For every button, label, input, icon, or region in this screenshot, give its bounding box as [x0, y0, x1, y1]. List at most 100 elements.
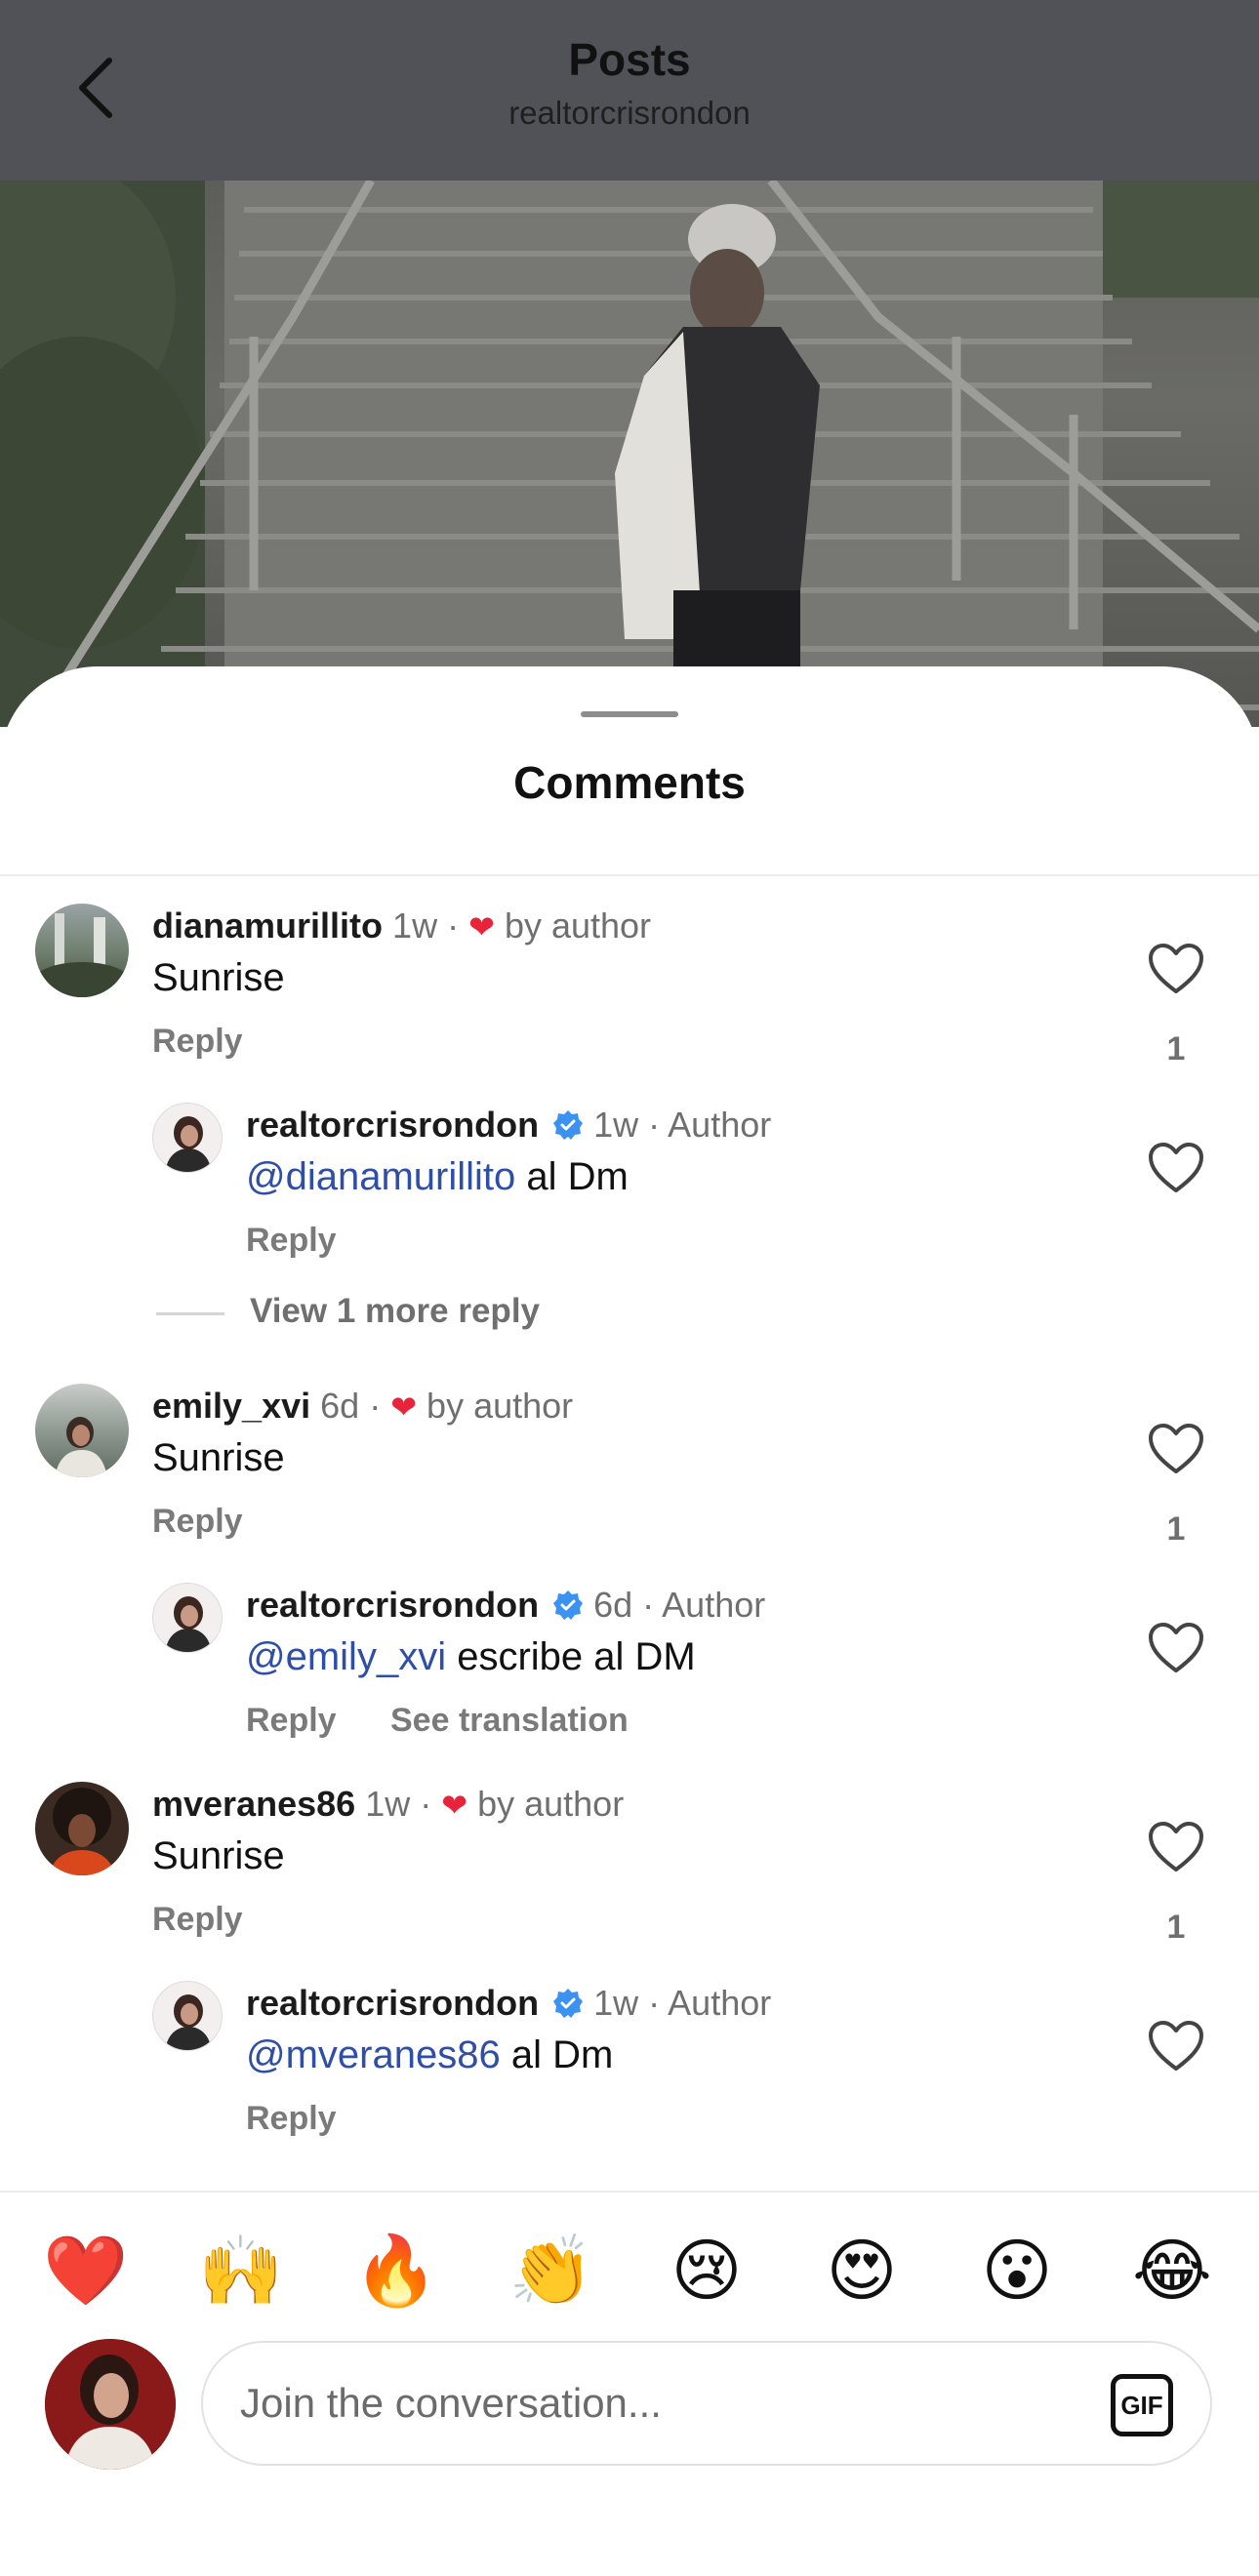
like-button[interactable]: [1148, 1423, 1204, 1475]
verified-badge-icon: [553, 1590, 584, 1620]
reply-body: escribe al DM: [446, 1635, 696, 1678]
avatar[interactable]: [35, 904, 129, 997]
reply-time: 1w: [593, 1105, 639, 1145]
comment-time: 6d: [320, 1386, 360, 1426]
reply-meta: realtorcrisrondon 1w · Author: [246, 1105, 771, 1146]
reply-text: @emily_xvi escribe al DM: [246, 1635, 696, 1679]
verified-badge-icon: [553, 1110, 584, 1140]
reply-button[interactable]: Reply: [152, 1503, 243, 1541]
like-button[interactable]: [1148, 1142, 1204, 1194]
emoji-laughing-button[interactable]: 😂: [1123, 2222, 1221, 2319]
reply-button[interactable]: Reply: [152, 1023, 243, 1061]
separator-dot: ·: [642, 1585, 655, 1625]
avatar-image: [165, 1596, 212, 1652]
liked-by-author-label: by author: [477, 1784, 625, 1824]
author-badge: Author: [662, 1585, 766, 1625]
heart-outline-icon: [1149, 1623, 1203, 1672]
author-badge: Author: [668, 1105, 772, 1145]
heart-outline-icon: [1149, 2021, 1203, 2071]
comments-list[interactable]: dianamurillito 1w · ❤ by author Sunrise …: [0, 876, 1259, 2189]
avatar[interactable]: [35, 1384, 129, 1477]
like-count: 1: [1166, 1030, 1186, 1067]
reply-username[interactable]: realtorcrisrondon: [246, 1585, 539, 1625]
page-subtitle: realtorcrisrondon: [508, 95, 751, 131]
mention-link[interactable]: @emily_xvi: [246, 1635, 446, 1678]
mention-link[interactable]: @mveranes86: [246, 2033, 501, 2076]
heart-outline-icon: [1149, 1143, 1203, 1192]
heart-outline-icon: [1149, 1822, 1203, 1872]
heart-outline-icon: [1149, 944, 1203, 993]
avatar[interactable]: [152, 1981, 223, 2051]
comment-username[interactable]: emily_xvi: [152, 1386, 310, 1426]
comment-text: Sunrise: [152, 1834, 285, 1877]
heart-outline-icon: [1149, 1424, 1203, 1473]
separator-dot: ·: [447, 906, 460, 946]
comment-time: 1w: [392, 906, 438, 946]
author-heart-icon: ❤: [441, 1788, 468, 1823]
see-translation-button[interactable]: See translation: [390, 1702, 629, 1740]
comment-input-placeholder: Join the conversation...: [240, 2380, 662, 2426]
comment-time: 1w: [365, 1784, 411, 1824]
emoji-surprised-button[interactable]: 😮: [968, 2222, 1066, 2319]
top-bar: Posts realtorcrisrondon: [0, 0, 1259, 181]
emoji-crying-button[interactable]: 😢: [658, 2222, 755, 2319]
author-heart-icon: ❤: [390, 1389, 418, 1425]
avatar-image: [45, 2339, 176, 2470]
verified-badge-icon: [553, 1989, 584, 2018]
separator-dot: ·: [648, 1105, 661, 1145]
like-button[interactable]: [1148, 1821, 1204, 1873]
gif-button[interactable]: GIF: [1111, 2374, 1173, 2436]
reply-body: al Dm: [500, 2033, 614, 2076]
comments-title: Comments: [513, 757, 746, 808]
separator-dot: ·: [648, 1983, 661, 2023]
quick-reactions: ❤️ 🙌 🔥 👏 😢 😍 😮 😂: [0, 2222, 1259, 2319]
video-frame-image: [0, 181, 1259, 727]
reply-username[interactable]: realtorcrisrondon: [246, 1105, 539, 1145]
avatar[interactable]: [35, 1782, 129, 1875]
emoji-heart-button[interactable]: ❤️: [37, 2222, 135, 2319]
reply-meta: realtorcrisrondon 1w · Author: [246, 1983, 771, 2024]
comment-meta: mveranes86 1w · ❤ by author: [152, 1784, 624, 1825]
avatar-image: [165, 1116, 212, 1172]
like-button[interactable]: [1148, 1622, 1204, 1674]
liked-by-author-label: by author: [504, 906, 652, 946]
emoji-clap-button[interactable]: 👏: [503, 2222, 600, 2319]
sheet-grabber[interactable]: [581, 711, 678, 717]
avatar-image: [165, 1994, 212, 2050]
comment-meta: dianamurillito 1w · ❤ by author: [152, 906, 651, 946]
reply-username[interactable]: realtorcrisrondon: [246, 1983, 539, 2023]
reply-body: al Dm: [515, 1155, 629, 1198]
author-heart-icon: ❤: [468, 909, 495, 945]
reply-button[interactable]: Reply: [152, 1901, 243, 1939]
comment-username[interactable]: mveranes86: [152, 1784, 355, 1824]
reply-time: 1w: [593, 1983, 639, 2023]
like-count: 1: [1166, 1510, 1186, 1548]
video-preview[interactable]: [0, 181, 1259, 727]
reply-button[interactable]: Reply: [246, 1222, 337, 1260]
avatar-image: [49, 1788, 115, 1875]
comment-input[interactable]: Join the conversation... GIF: [201, 2341, 1212, 2466]
mention-link[interactable]: @dianamurillito: [246, 1155, 515, 1198]
reply-button[interactable]: Reply: [246, 2100, 337, 2138]
composer-bar: ❤️ 🙌 🔥 👏 😢 😍 😮 😂 Join the conversation..…: [0, 2191, 1259, 2576]
view-more-replies-button[interactable]: View 1 more reply: [250, 1292, 540, 1331]
emoji-raised-hands-button[interactable]: 🙌: [192, 2222, 290, 2319]
separator-dot: ·: [369, 1386, 382, 1426]
like-button[interactable]: [1148, 2020, 1204, 2073]
page-title: Posts: [568, 34, 691, 85]
avatar[interactable]: [152, 1103, 223, 1173]
reply-text: @dianamurillito al Dm: [246, 1155, 629, 1199]
like-button[interactable]: [1148, 943, 1204, 995]
avatar-image: [35, 913, 129, 997]
emoji-heart-eyes-button[interactable]: 😍: [813, 2222, 911, 2319]
avatar-image: [55, 1417, 107, 1477]
emoji-fire-button[interactable]: 🔥: [347, 2222, 445, 2319]
comment-text: Sunrise: [152, 956, 285, 999]
thread-line: [156, 1312, 224, 1315]
like-count: 1: [1166, 1909, 1186, 1946]
avatar[interactable]: [152, 1583, 223, 1653]
reply-button[interactable]: Reply: [246, 1702, 337, 1740]
liked-by-author-label: by author: [426, 1386, 574, 1426]
comment-text: Sunrise: [152, 1436, 285, 1479]
comment-username[interactable]: dianamurillito: [152, 906, 383, 946]
